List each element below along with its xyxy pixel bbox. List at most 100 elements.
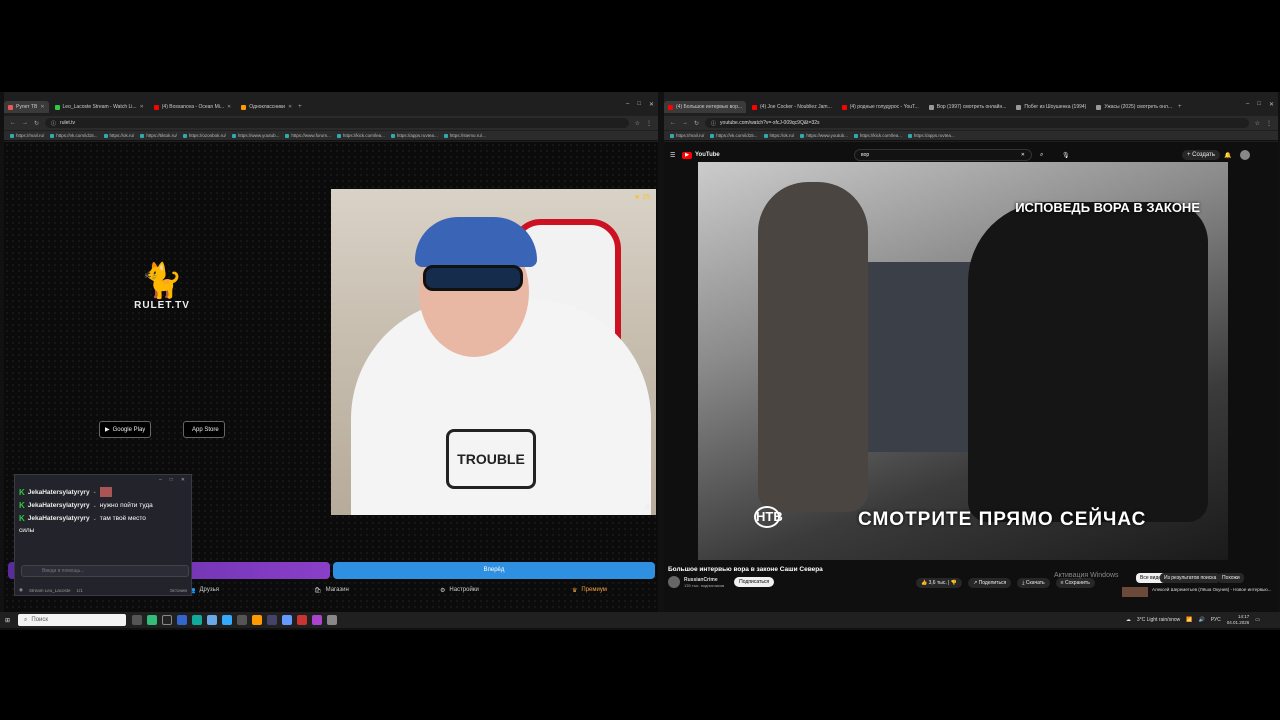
chrome-icon[interactable]	[297, 615, 307, 625]
tab-rulet[interactable]: Рулет ТВ ✕	[4, 101, 49, 113]
app-icon[interactable]	[147, 615, 157, 625]
app-icon[interactable]	[327, 615, 337, 625]
app-store-button[interactable]: App Store	[183, 421, 225, 438]
brand-name: RULET.TV	[134, 300, 190, 311]
bookmark-item[interactable]: https://www.youtub...	[231, 133, 279, 138]
close-icon[interactable]: ✕	[227, 104, 231, 110]
close-window-icon[interactable]: ✕	[1269, 101, 1274, 108]
tab-kick[interactable]: Leo_Lacoste Stream - Watch Li... ✕	[51, 101, 148, 113]
forward-icon[interactable]: →	[682, 120, 688, 126]
channel-avatar[interactable]	[668, 576, 680, 588]
nav-shop[interactable]: 🛍 Магазин	[314, 587, 349, 594]
chat-input[interactable]	[21, 565, 189, 577]
bookmark-item[interactable]: https://kick.com/lea...	[336, 133, 385, 138]
menu-icon[interactable]: ⋮	[646, 120, 652, 127]
reload-icon[interactable]: ↻	[694, 120, 699, 127]
minimize-icon[interactable]: –	[1246, 101, 1249, 108]
bookmark-star-icon[interactable]: ☆	[1255, 120, 1260, 127]
webcam-video: TROUBLE ★ 25 ◙	[331, 189, 656, 515]
nav-friends[interactable]: 👥Друзья	[188, 587, 219, 594]
bookmark-item[interactable]: https://tiktok.ru/	[140, 133, 177, 138]
bookmark-item[interactable]: https://vk.com/id15...	[710, 133, 758, 138]
bookmark-item[interactable]: https://stemo.ru/...	[443, 133, 486, 138]
edge-icon[interactable]	[192, 615, 202, 625]
app-icon[interactable]	[207, 615, 217, 625]
notification-icon[interactable]: ▭	[1255, 617, 1260, 623]
wifi-icon[interactable]: 📶	[1186, 617, 1192, 623]
back-icon[interactable]: ←	[670, 120, 676, 126]
tab-uzhasy[interactable]: Ужасы (2025) смотреть онл...	[1092, 101, 1176, 113]
next-button[interactable]: Вперёд	[333, 562, 655, 579]
new-tab-icon[interactable]: +	[298, 104, 302, 110]
app-icon[interactable]	[282, 615, 292, 625]
bookmark-star-icon[interactable]: ☆	[635, 120, 640, 127]
bookmark-item[interactable]: https://www.forum...	[285, 133, 331, 138]
tab-youtube-3[interactable]: (4) родные голудурос - YouT...	[838, 101, 923, 113]
nav-premium[interactable]: ♛ Премиум	[572, 587, 607, 594]
subscriber-count: 135 тыс. подписчиков	[684, 582, 725, 588]
menu-icon[interactable]: ⋮	[1266, 120, 1272, 127]
close-icon[interactable]: ✕	[140, 104, 144, 110]
bookmark-item[interactable]: https://ok.ru/	[763, 133, 794, 138]
minimize-icon[interactable]: –	[159, 477, 162, 483]
save-button[interactable]: ≡ Сохранить	[1055, 578, 1095, 588]
bookmark-item[interactable]: https://kick.com/lea...	[853, 133, 902, 138]
google-play-button[interactable]: ▶ Google Play	[99, 421, 152, 438]
app-icon[interactable]	[177, 615, 187, 625]
maximize-icon[interactable]: □	[170, 477, 173, 483]
address-input[interactable]: ⓘ rulet.tv	[45, 118, 629, 128]
nav-settings[interactable]: ⚙ Настройки	[440, 587, 479, 594]
maximize-icon[interactable]: □	[1257, 101, 1261, 108]
bookmark-item[interactable]: https://mail.ru/	[10, 133, 44, 138]
bookmark-item[interactable]: https://apps.ruvtea...	[390, 133, 438, 138]
close-icon[interactable]: ✕	[181, 477, 185, 483]
minimize-icon[interactable]: –	[626, 101, 629, 108]
filter-similar[interactable]: Похожи	[1218, 573, 1244, 583]
app-icon[interactable]	[237, 615, 247, 625]
volume-icon[interactable]: 🔊	[1198, 617, 1204, 623]
task-view-icon[interactable]	[132, 615, 142, 625]
cat-logo-icon: 🐈	[140, 262, 184, 300]
new-tab-icon[interactable]: +	[1178, 104, 1182, 110]
video-player[interactable]: ИСПОВЕДЬ ВОРА В ЗАКОНЕ НТВ СМОТРИТЕ ПРЯМ…	[698, 162, 1228, 560]
close-window-icon[interactable]: ✕	[649, 101, 654, 108]
taskbar-search[interactable]: ⌕ Поиск	[18, 614, 126, 626]
bookmark-icon	[763, 133, 768, 138]
close-icon[interactable]: ✕	[40, 104, 44, 110]
forward-icon[interactable]: →	[22, 120, 28, 126]
app-icon[interactable]	[252, 615, 262, 625]
recommended-video[interactable]: Алексей Шереметьев (Лёша Окунев) - Новое…	[1122, 587, 1271, 597]
back-icon[interactable]: ←	[10, 120, 16, 126]
reload-icon[interactable]: ↻	[34, 120, 39, 127]
bookmark-item[interactable]: https://apps.ruvtea...	[907, 133, 955, 138]
bookmark-item[interactable]: https://ok.ru/	[103, 133, 134, 138]
chat-window-controls: – □ ✕	[15, 475, 191, 485]
tab-ok[interactable]: Одноклассники ✕	[237, 101, 296, 113]
bookmark-item[interactable]: https://mail.ru/	[670, 133, 704, 138]
tab-youtube-cocker[interactable]: (4) Joe Cocker - Noubliez Jam...	[748, 101, 836, 113]
clock[interactable]: 14:17 04.01.2026	[1227, 614, 1250, 626]
app-icon[interactable]	[267, 615, 277, 625]
bookmark-icon	[50, 133, 55, 138]
subscribe-button[interactable]: Подписаться	[734, 577, 775, 587]
bookmark-item[interactable]: https://vk.com/id15...	[50, 133, 98, 138]
tab-shawshank[interactable]: Побег из Шоушенка (1994)	[1012, 101, 1090, 113]
telegram-icon[interactable]	[222, 615, 232, 625]
maximize-icon[interactable]: □	[637, 101, 641, 108]
filter-search[interactable]: Из результатов поиска	[1160, 573, 1221, 583]
app-icon[interactable]	[312, 615, 322, 625]
tab-youtube-interview[interactable]: (4) Большое интервью вор...	[664, 101, 747, 113]
share-button[interactable]: ↗ Поделиться	[968, 578, 1012, 588]
language-indicator[interactable]: РУС	[1211, 617, 1221, 623]
download-button[interactable]: ⤓ Скачать	[1017, 578, 1050, 588]
camera-icon[interactable]: ◙	[645, 502, 650, 511]
address-input[interactable]: ⓘ youtube.com/watch?v=-sfcJ-009qc9Q&t=32s	[705, 118, 1249, 128]
windows-start-icon[interactable]: ⊞	[5, 617, 10, 624]
bookmark-item[interactable]: https://www.youtub...	[800, 133, 848, 138]
app-icon[interactable]	[162, 615, 172, 625]
tab-vor[interactable]: Вор (1997) смотреть онлайн...	[925, 101, 1011, 113]
tab-youtube[interactable]: (4) Bossanova - Ocean Mi... ✕	[150, 101, 235, 113]
like-button[interactable]: 👍 3,6 тыс. | 👎	[916, 578, 963, 588]
bookmark-item[interactable]: https://ozonbok.ru/	[182, 133, 226, 138]
close-icon[interactable]: ✕	[288, 104, 292, 110]
